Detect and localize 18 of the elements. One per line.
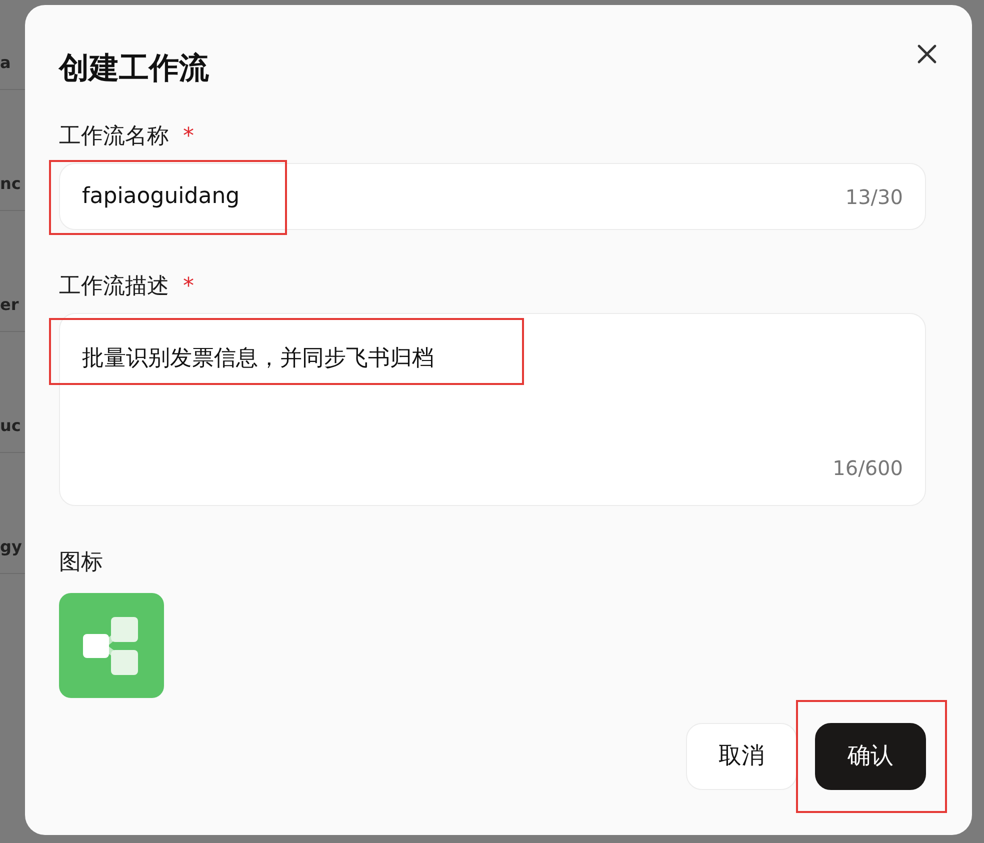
list-item-title: gy (0, 536, 22, 558)
character-counter: 13/30 (845, 184, 903, 210)
required-asterisk: * (183, 273, 194, 301)
cancel-button[interactable]: 取消 (686, 723, 797, 790)
dialog-title: 创建工作流 (59, 50, 210, 88)
required-asterisk: * (183, 123, 194, 151)
field-label: 工作流名称 (59, 123, 169, 151)
description-field[interactable]: 批量识别发票信息，并同步飞书归档 16/600 (59, 313, 926, 506)
list-item-title: er (0, 294, 19, 316)
list-item-title: a (0, 52, 11, 74)
name-field[interactable]: fapiaoguidang 13/30 (59, 163, 926, 230)
field-label: 图标 (59, 549, 104, 577)
list-item-title: nc (0, 173, 21, 195)
field-label: 工作流描述 (59, 273, 169, 301)
workflow-icon (59, 593, 164, 698)
character-counter: 16/600 (832, 455, 903, 482)
list-item-title: uc (0, 415, 21, 437)
confirm-button[interactable]: 确认 (815, 723, 926, 790)
